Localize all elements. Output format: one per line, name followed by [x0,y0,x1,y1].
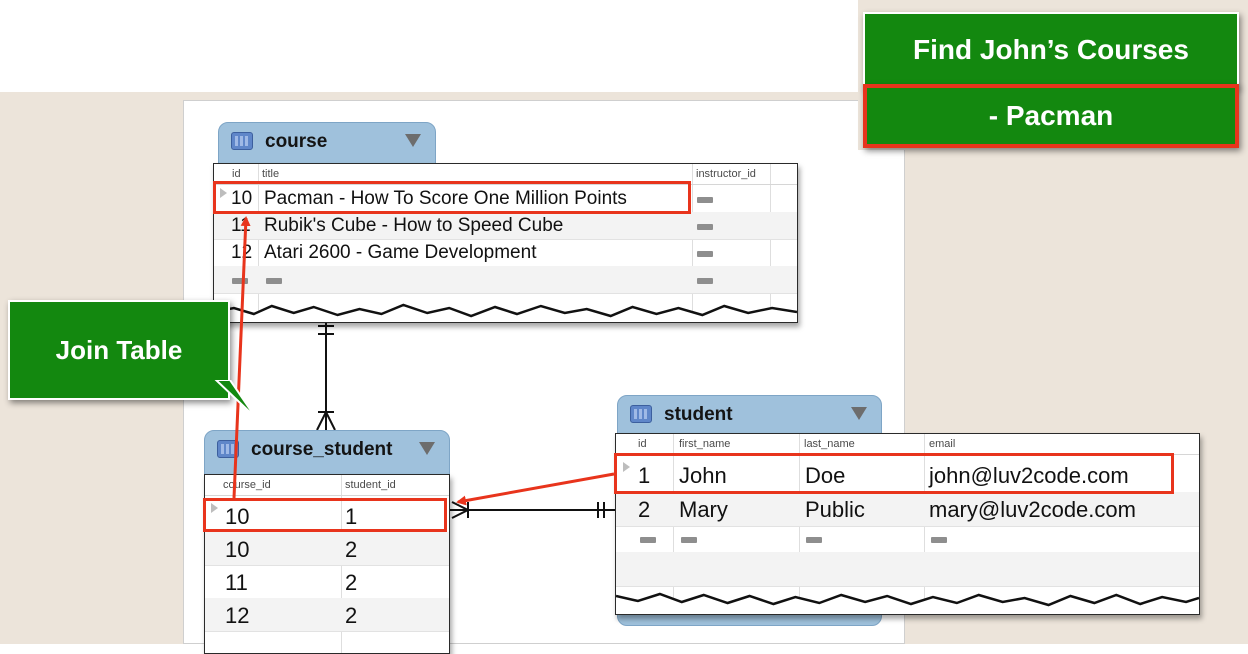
find-courses-title: Find John’s Courses [913,34,1189,65]
find-courses-callout: Find John’s Courses [863,12,1239,88]
result-callout: - Pacman [863,84,1239,148]
callout-pointer [214,380,257,419]
join-to-course-arrow [232,216,251,499]
join-table-label: Join Table [55,335,183,365]
student-to-join-arrow [456,472,615,506]
result-text: - Pacman [988,100,1114,131]
join-table-callout: Join Table [8,300,230,400]
